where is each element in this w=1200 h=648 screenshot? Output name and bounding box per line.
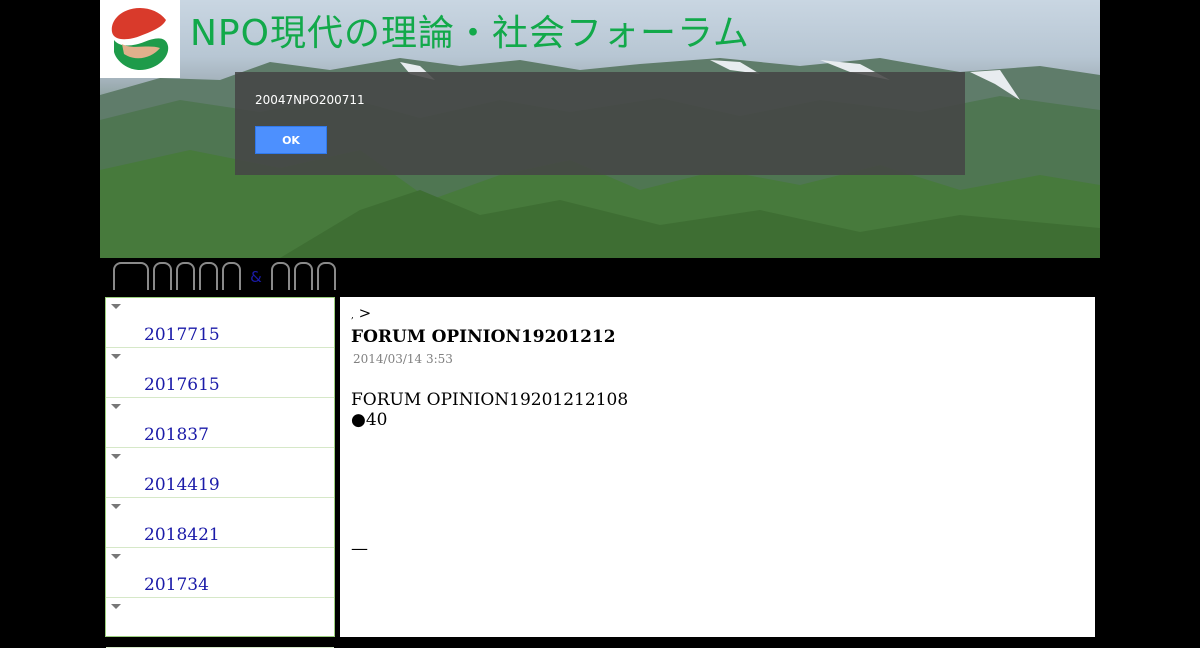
- header-banner: NPO現代の理論・社会フォーラム 20047NPO200711 OK: [100, 0, 1100, 258]
- sidebar-item: 2017615: [106, 348, 334, 398]
- nav-tab-1[interactable]: [113, 262, 149, 290]
- sidebar-item: [106, 598, 334, 648]
- nav-tab-3[interactable]: [176, 262, 195, 290]
- triangle-down-icon[interactable]: [111, 354, 121, 359]
- ok-button[interactable]: OK: [255, 126, 327, 154]
- sidebar-item: 2017715: [106, 298, 334, 348]
- post-title: FORUM OPINION19201212: [351, 327, 616, 347]
- logo-mark-icon: [111, 8, 169, 70]
- breadcrumb-separator: >: [358, 304, 372, 322]
- sidebar-link[interactable]: 2018421: [144, 525, 220, 545]
- post-date: 2014/03/14 3:53: [353, 352, 453, 366]
- triangle-down-icon[interactable]: [111, 554, 121, 559]
- sidebar-item: 201837: [106, 398, 334, 448]
- nav-tab-6[interactable]: [271, 262, 290, 290]
- triangle-down-icon[interactable]: [111, 404, 121, 409]
- triangle-down-icon[interactable]: [111, 604, 121, 609]
- nav-tab-7[interactable]: [294, 262, 313, 290]
- nav-tab-8[interactable]: [317, 262, 336, 290]
- sidebar-link[interactable]: 2017715: [144, 325, 220, 345]
- sidebar-item: 2014419: [106, 448, 334, 498]
- triangle-down-icon[interactable]: [111, 304, 121, 309]
- sidebar: 2017715 2017615 201837 2014419 2018421 2…: [105, 297, 335, 648]
- nav-tab-4[interactable]: [199, 262, 218, 290]
- nav-tabs: &: [113, 262, 340, 292]
- post-body-line: ●40: [351, 410, 388, 430]
- sidebar-link[interactable]: 201734: [144, 575, 209, 595]
- main-content: , > FORUM OPINION19201212 2014/03/14 3:5…: [340, 297, 1095, 637]
- post-body-line: FORUM OPINION19201212108: [351, 390, 629, 410]
- sidebar-item: 2018421: [106, 498, 334, 548]
- breadcrumb-dot[interactable]: ,: [351, 311, 354, 321]
- nav-tab-2[interactable]: [153, 262, 172, 290]
- dialog-message: 20047NPO200711: [255, 93, 365, 107]
- sidebar-link[interactable]: 201837: [144, 425, 209, 445]
- triangle-down-icon[interactable]: [111, 504, 121, 509]
- sidebar-item: 201734: [106, 548, 334, 598]
- triangle-down-icon[interactable]: [111, 454, 121, 459]
- post-divider-dash: —: [351, 539, 368, 559]
- nav-tab-amp[interactable]: &: [245, 262, 267, 290]
- breadcrumb: , >: [351, 305, 1084, 324]
- nav-tab-5[interactable]: [222, 262, 241, 290]
- site-title[interactable]: NPO現代の理論・社会フォーラム: [190, 4, 750, 56]
- sidebar-link[interactable]: 2014419: [144, 475, 220, 495]
- post-body: FORUM OPINION19201212108 ●40: [351, 390, 1084, 430]
- alert-dialog: 20047NPO200711 OK: [235, 72, 965, 175]
- sidebar-link[interactable]: 2017615: [144, 375, 220, 395]
- logo[interactable]: [100, 0, 180, 78]
